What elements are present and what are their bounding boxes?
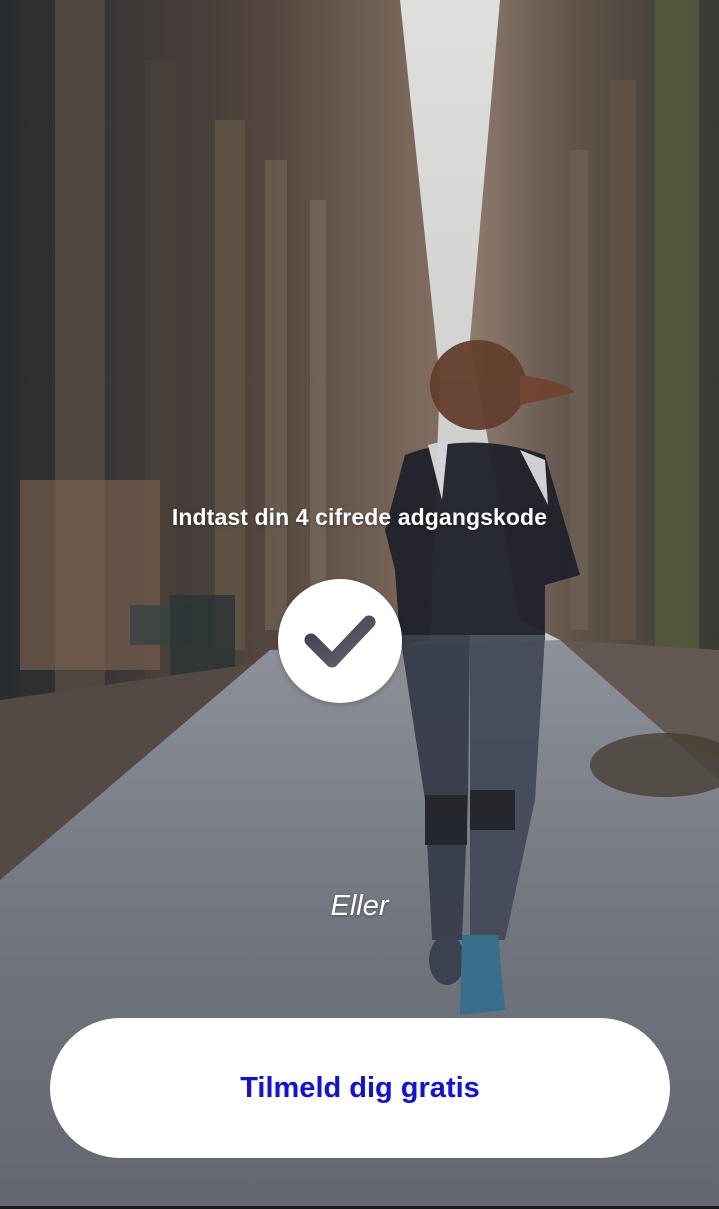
passcode-prompt: Indtast din 4 cifrede adgangskode bbox=[171, 504, 548, 530]
checkmark-icon bbox=[297, 598, 383, 684]
or-separator: Eller bbox=[330, 890, 389, 922]
confirm-button[interactable] bbox=[278, 579, 402, 703]
signup-button[interactable]: Tilmeld dig gratis bbox=[50, 1018, 670, 1158]
login-screen: Indtast din 4 cifrede adgangskode Eller … bbox=[0, 0, 719, 1209]
signup-button-label: Tilmeld dig gratis bbox=[240, 1071, 480, 1104]
